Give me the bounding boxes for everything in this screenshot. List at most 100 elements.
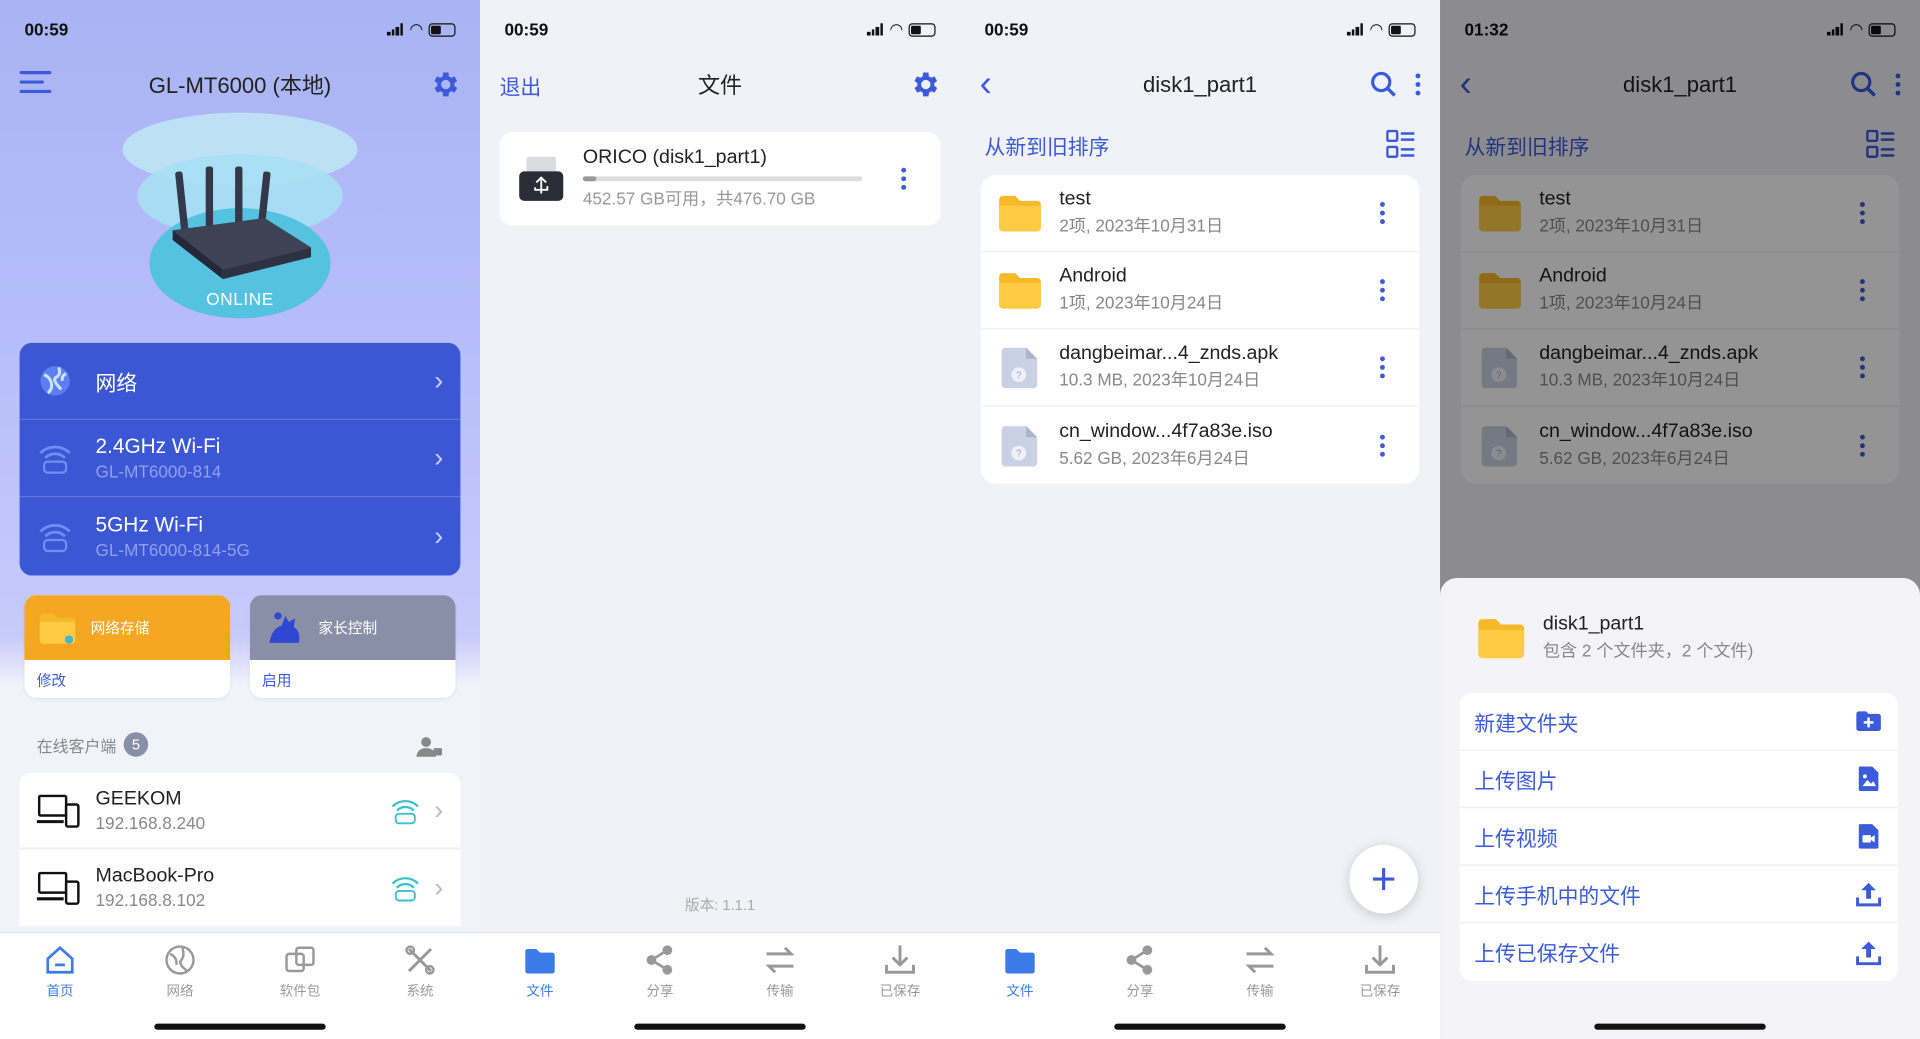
home-icon (46, 945, 74, 974)
page-title: 文件 (697, 73, 743, 98)
devices-icon (36, 871, 80, 905)
signal-icon (386, 23, 404, 36)
menu-icon[interactable] (19, 69, 52, 100)
chevron-right-icon: › (434, 794, 444, 825)
disk-usage-bar (582, 176, 863, 182)
more-options-icon[interactable] (1380, 202, 1385, 225)
wifi-24g-icon (37, 440, 74, 477)
disk-name: ORICO (disk1_part1) (582, 146, 767, 168)
clients-count-badge: 5 (123, 732, 149, 757)
folder-tab-icon (525, 948, 555, 974)
folder-icon (1474, 611, 1528, 665)
tab-home[interactable]: 首页 (0, 933, 120, 1039)
chevron-right-icon: › (434, 364, 444, 396)
exit-button[interactable]: 退出 (500, 69, 542, 100)
home-indicator (154, 1023, 326, 1030)
folder-title: disk1_part1 (1143, 71, 1257, 97)
disk-folder-screen: 00:59 ◠ ‹ disk1_part1 从新到旧排序 test 2项, 202… (960, 0, 1441, 1039)
storage-folder-icon (37, 607, 79, 644)
more-options-icon[interactable] (1380, 434, 1385, 457)
upload-saved-file-action[interactable]: 上传已保存文件 (1460, 923, 1898, 981)
sort-row: 从新到旧排序 (984, 127, 1415, 161)
network-card: 网络 › 2.4GHz Wi-Fi GL-MT6000-814 › 5GHz Wi… (19, 342, 461, 576)
folder-tab-icon (1005, 948, 1035, 974)
signal-icon (866, 23, 884, 36)
sort-order-button[interactable]: 从新到旧排序 (984, 129, 1109, 160)
upload-image-action[interactable]: 上传图片 (1459, 751, 1898, 809)
settings-gear-icon[interactable] (909, 69, 941, 101)
upload-phone-file-action[interactable]: 上传手机中的文件 (1459, 866, 1898, 924)
tab-files[interactable]: 文件 (480, 933, 600, 1039)
more-options-icon[interactable] (1380, 279, 1385, 302)
wifi-status-icon: ◠ (1370, 19, 1383, 38)
wifi-5-ssid: GL-MT6000-814-5G (95, 539, 250, 559)
settings-gear-icon[interactable] (429, 69, 461, 101)
file-row[interactable]: Android 1项, 2023年10月24日 (980, 252, 1420, 330)
wifi-status-icon: ◠ (890, 19, 903, 38)
sheet-folder-summary: 包含 2 个文件夹，2 个文件) (1542, 640, 1754, 661)
more-menu-icon[interactable] (1415, 73, 1421, 96)
parental-control-tile[interactable]: 家长控制 启用 (249, 595, 456, 698)
file-row[interactable]: cn_window...4f7a83e.iso 5.62 GB, 2023年6月2… (981, 407, 1419, 484)
client-manage-icon[interactable] (416, 735, 443, 759)
globe-icon (40, 366, 70, 396)
packages-icon (285, 946, 315, 973)
client-row[interactable]: GEEKOM 192.168.8.240 › (19, 772, 461, 849)
network-row[interactable]: 网络 › (19, 343, 461, 421)
wifi-5g-icon (37, 517, 74, 554)
disk-capacity: 452.57 GB可用，共476.70 GB (582, 188, 816, 209)
status-time: 00:59 (24, 19, 69, 40)
tools-icon (405, 945, 435, 975)
parental-tile-title: 家长控制 (318, 619, 378, 637)
search-icon[interactable] (1369, 70, 1398, 99)
home-indicator (1594, 1023, 1766, 1030)
client-ip: 192.168.8.102 (95, 890, 206, 910)
more-options-icon[interactable] (901, 167, 907, 190)
status-bar: 00:59 ◠ (504, 17, 936, 41)
storage-tile-action[interactable]: 修改 (24, 660, 230, 698)
file-row[interactable]: test 2项, 2023年10月31日 (980, 175, 1420, 253)
parental-tile-action[interactable]: 启用 (250, 660, 456, 698)
video-file-icon (1858, 824, 1879, 849)
chevron-right-icon: › (434, 442, 444, 473)
action-list: 新建文件夹 上传图片 上传视频 上传手机中的文件 上传已保存文件 (1459, 693, 1898, 981)
top-bar: 退出 文件 (480, 61, 960, 108)
wifi-5-row[interactable]: 5GHz Wi-Fi GL-MT6000-814-5G › (20, 497, 461, 574)
more-options-icon[interactable] (1380, 356, 1385, 379)
wifi-24-ssid: GL-MT6000-814 (95, 461, 222, 482)
back-chevron-icon[interactable]: ‹ (980, 66, 992, 103)
share-icon (1126, 945, 1153, 975)
client-name: GEEKOM (95, 787, 182, 809)
wifi-5g-client-icon (389, 794, 421, 826)
add-button[interactable]: + (1349, 844, 1418, 914)
router-online-status: ONLINE (206, 288, 274, 309)
wifi-24-title: 2.4GHz Wi-Fi (95, 434, 221, 458)
network-row-title: 网络 (95, 371, 138, 395)
client-row[interactable]: MacBook-Pro 192.168.8.102 › (19, 849, 461, 926)
share-icon (646, 945, 673, 975)
files-root-screen: 00:59 ◠ 退出 文件 ORICO (disk1_part1) 452.57… (480, 0, 961, 1039)
tab-saved[interactable]: 已保存 (840, 933, 960, 1039)
battery-icon (428, 22, 456, 37)
signal-icon (1346, 23, 1364, 36)
wifi-24-row[interactable]: 2.4GHz Wi-Fi GL-MT6000-814 › (19, 420, 461, 498)
online-clients-header: 在线客户端 5 (37, 732, 149, 757)
tab-system[interactable]: 系统 (360, 933, 480, 1039)
file-row[interactable]: dangbeimar...4_znds.apk 10.3 MB, 2023年10月… (980, 329, 1420, 407)
sheet-folder-name: disk1_part1 (1542, 613, 1645, 635)
storage-tile-title: 网络存储 (90, 619, 150, 637)
transfer-icon (765, 946, 795, 974)
disk-card[interactable]: ORICO (disk1_part1) 452.57 GB可用，共476.70 … (499, 132, 941, 226)
list-view-icon[interactable] (1386, 129, 1415, 159)
chevron-right-icon: › (434, 519, 444, 551)
upload-video-action[interactable]: 上传视频 (1459, 808, 1898, 866)
chevron-right-icon: › (434, 871, 444, 903)
unknown-file-icon (996, 421, 1045, 470)
tab-saved[interactable]: 已保存 (1320, 933, 1440, 1039)
upload-icon (1856, 882, 1882, 907)
network-storage-tile[interactable]: 网络存储 修改 (24, 595, 231, 698)
sheet-header: disk1_part1 包含 2 个文件夹，2 个文件) (1460, 602, 1898, 673)
tab-files[interactable]: 文件 (960, 933, 1080, 1039)
new-folder-action[interactable]: 新建文件夹 (1459, 693, 1898, 751)
transfer-icon (1245, 946, 1275, 974)
